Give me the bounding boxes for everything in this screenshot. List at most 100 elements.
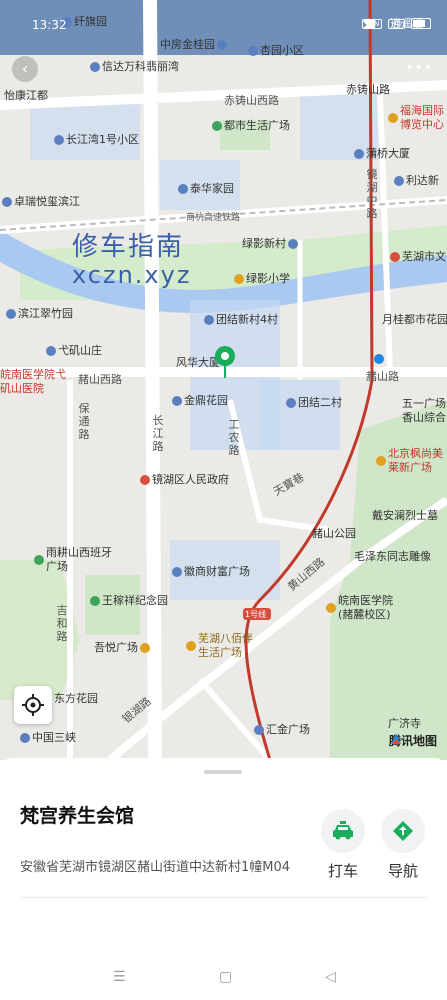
building-icon	[20, 733, 30, 743]
gov-icon	[140, 475, 150, 485]
poi-label[interactable]: 芜湖市文	[390, 250, 446, 264]
poi-label[interactable]: 中国三峡	[20, 731, 76, 745]
poi-label[interactable]: 绿影小学	[234, 272, 290, 286]
poi-label[interactable]: 赭山公园	[312, 527, 356, 541]
navigate-icon	[393, 821, 413, 841]
watermark-title: 修车指南	[72, 232, 185, 262]
divider	[20, 897, 427, 898]
place-name: 梵宫养生会馆	[20, 805, 135, 827]
poi-label[interactable]: 五一广场香山综合	[402, 397, 446, 425]
poi-label[interactable]: 雨耕山西班牙广场	[34, 546, 114, 574]
road-label: 保通路	[78, 402, 90, 441]
road-label: 工农路	[228, 418, 240, 457]
system-nav-bar: ☰ ▢ ◁	[0, 955, 447, 1000]
sheet-drag-handle[interactable]	[204, 770, 242, 774]
building-icon	[288, 239, 298, 249]
wifi-icon	[363, 18, 376, 28]
navigate-label: 导航	[387, 862, 418, 880]
poi-label[interactable]: 利达新	[394, 174, 439, 188]
building-icon	[2, 197, 12, 207]
poi-label[interactable]: 怡康江都	[4, 89, 48, 103]
building-icon	[254, 725, 264, 735]
metro-line-label: 1号线	[245, 610, 267, 619]
landmark-icon	[376, 456, 386, 466]
poi-label[interactable]: 月桂都市花园	[382, 313, 447, 327]
landmark-icon	[140, 643, 150, 653]
poi-label[interactable]: 芜湖八佰伴生活广场	[186, 632, 258, 660]
road-label: 长江路	[152, 414, 164, 453]
park-icon	[34, 555, 44, 565]
poi-label[interactable]: 王稼祥纪念园	[90, 594, 168, 608]
poi-label[interactable]	[374, 354, 384, 364]
poi-label[interactable]: 吾悦广场	[94, 641, 150, 655]
metro-icon	[374, 354, 384, 364]
poi-label[interactable]: 都市生活广场	[212, 119, 290, 133]
crosshair-icon	[22, 694, 44, 716]
poi-label[interactable]: 福海国际博览中心	[388, 104, 444, 132]
road-label: 商杭高速铁路	[186, 213, 241, 223]
poi-label[interactable]: 北京枫尚美莱新广场	[376, 447, 444, 475]
poi-label[interactable]: 镜湖区人民政府	[140, 473, 229, 487]
taxi-icon	[333, 821, 353, 840]
building-icon	[286, 398, 296, 408]
building-icon	[172, 567, 182, 577]
poi-label[interactable]: 汇金广场	[254, 723, 310, 737]
poi-label[interactable]: 毛泽东同志雕像	[354, 550, 431, 564]
landmark-icon	[186, 641, 196, 651]
map-view[interactable]: 纤旗园 中房金桂园 杏园小区 逍遥楼 信达万科翡丽湾 赤铸山路 怡康江都 福海国…	[0, 0, 447, 760]
road-label: 赤铸山西路	[224, 94, 279, 107]
watermark-url: xczn.xyz	[72, 261, 192, 289]
battery-icon	[411, 18, 431, 29]
park-icon	[90, 596, 100, 606]
navigate-button[interactable]: 导航	[379, 809, 427, 881]
poi-label[interactable]: 东方花园	[54, 692, 98, 706]
building-icon	[46, 346, 56, 356]
poi-label[interactable]: 广济寺	[388, 717, 421, 731]
back-button[interactable]: ‹	[12, 56, 38, 82]
menu-button[interactable]: ☰	[113, 969, 126, 985]
poi-label[interactable]: 弋矶山庄	[46, 344, 102, 358]
home-button[interactable]: ▢	[219, 969, 232, 985]
landmark-icon	[390, 252, 400, 262]
building-icon	[354, 149, 364, 159]
poi-label[interactable]: 泰华家园	[178, 182, 234, 196]
poi-label[interactable]: 皖南医学院弋矶山医院	[0, 368, 72, 396]
road-label: 赭山路	[366, 370, 399, 383]
place-address: 安徽省芜湖市镜湖区赭山街道中达新村1幢M04	[20, 860, 291, 875]
building-icon	[54, 135, 64, 145]
status-bar: 13:32 VPN HD	[0, 0, 447, 50]
school-icon	[234, 274, 244, 284]
tencent-map-icon	[390, 734, 401, 744]
poi-label[interactable]: 赤铸山路	[346, 83, 390, 97]
park-icon	[212, 121, 222, 131]
taxi-button[interactable]: 打车	[319, 809, 367, 881]
poi-label[interactable]: 戴安澜烈士墓	[372, 509, 438, 523]
status-time: 13:32	[32, 18, 67, 32]
building-icon	[394, 176, 404, 186]
road-label: 吉和路	[56, 604, 68, 643]
poi-label[interactable]: 信达万科翡丽湾	[90, 60, 179, 74]
poi-label[interactable]: 团结新村4村	[204, 313, 278, 327]
taxi-label: 打车	[327, 862, 358, 880]
poi-label[interactable]: 金鼎花园	[172, 394, 228, 408]
hd-badge: HD	[388, 18, 405, 29]
poi-label[interactable]: 绿影新村	[242, 237, 298, 251]
chevron-left-icon: ‹	[21, 59, 29, 78]
poi-label[interactable]: 长江湾1号小区	[54, 133, 139, 147]
locate-me-button[interactable]	[14, 686, 52, 724]
poi-label[interactable]: 徽商财富广场	[172, 565, 250, 579]
school-icon	[326, 603, 336, 613]
more-options-button[interactable]: •••	[405, 60, 433, 76]
poi-label[interactable]: 皖南医学院(赭麓校区)	[326, 594, 406, 622]
poi-label[interactable]: 团结二村	[286, 396, 342, 410]
watermark: 修车指南 xczn.xyz	[72, 232, 191, 288]
poi-label[interactable]: 卓瑞悦玺滨江	[2, 195, 80, 209]
poi-label[interactable]: 蒲桥大厦	[354, 147, 410, 161]
building-icon	[172, 396, 182, 406]
building-icon	[178, 184, 188, 194]
back-nav-button[interactable]: ◁	[325, 969, 336, 985]
poi-label[interactable]: 滨江翠竹园	[6, 307, 73, 321]
building-icon	[204, 315, 214, 325]
road-label: 赭山西路	[78, 373, 122, 386]
navigate-icon-wrap	[381, 809, 425, 853]
